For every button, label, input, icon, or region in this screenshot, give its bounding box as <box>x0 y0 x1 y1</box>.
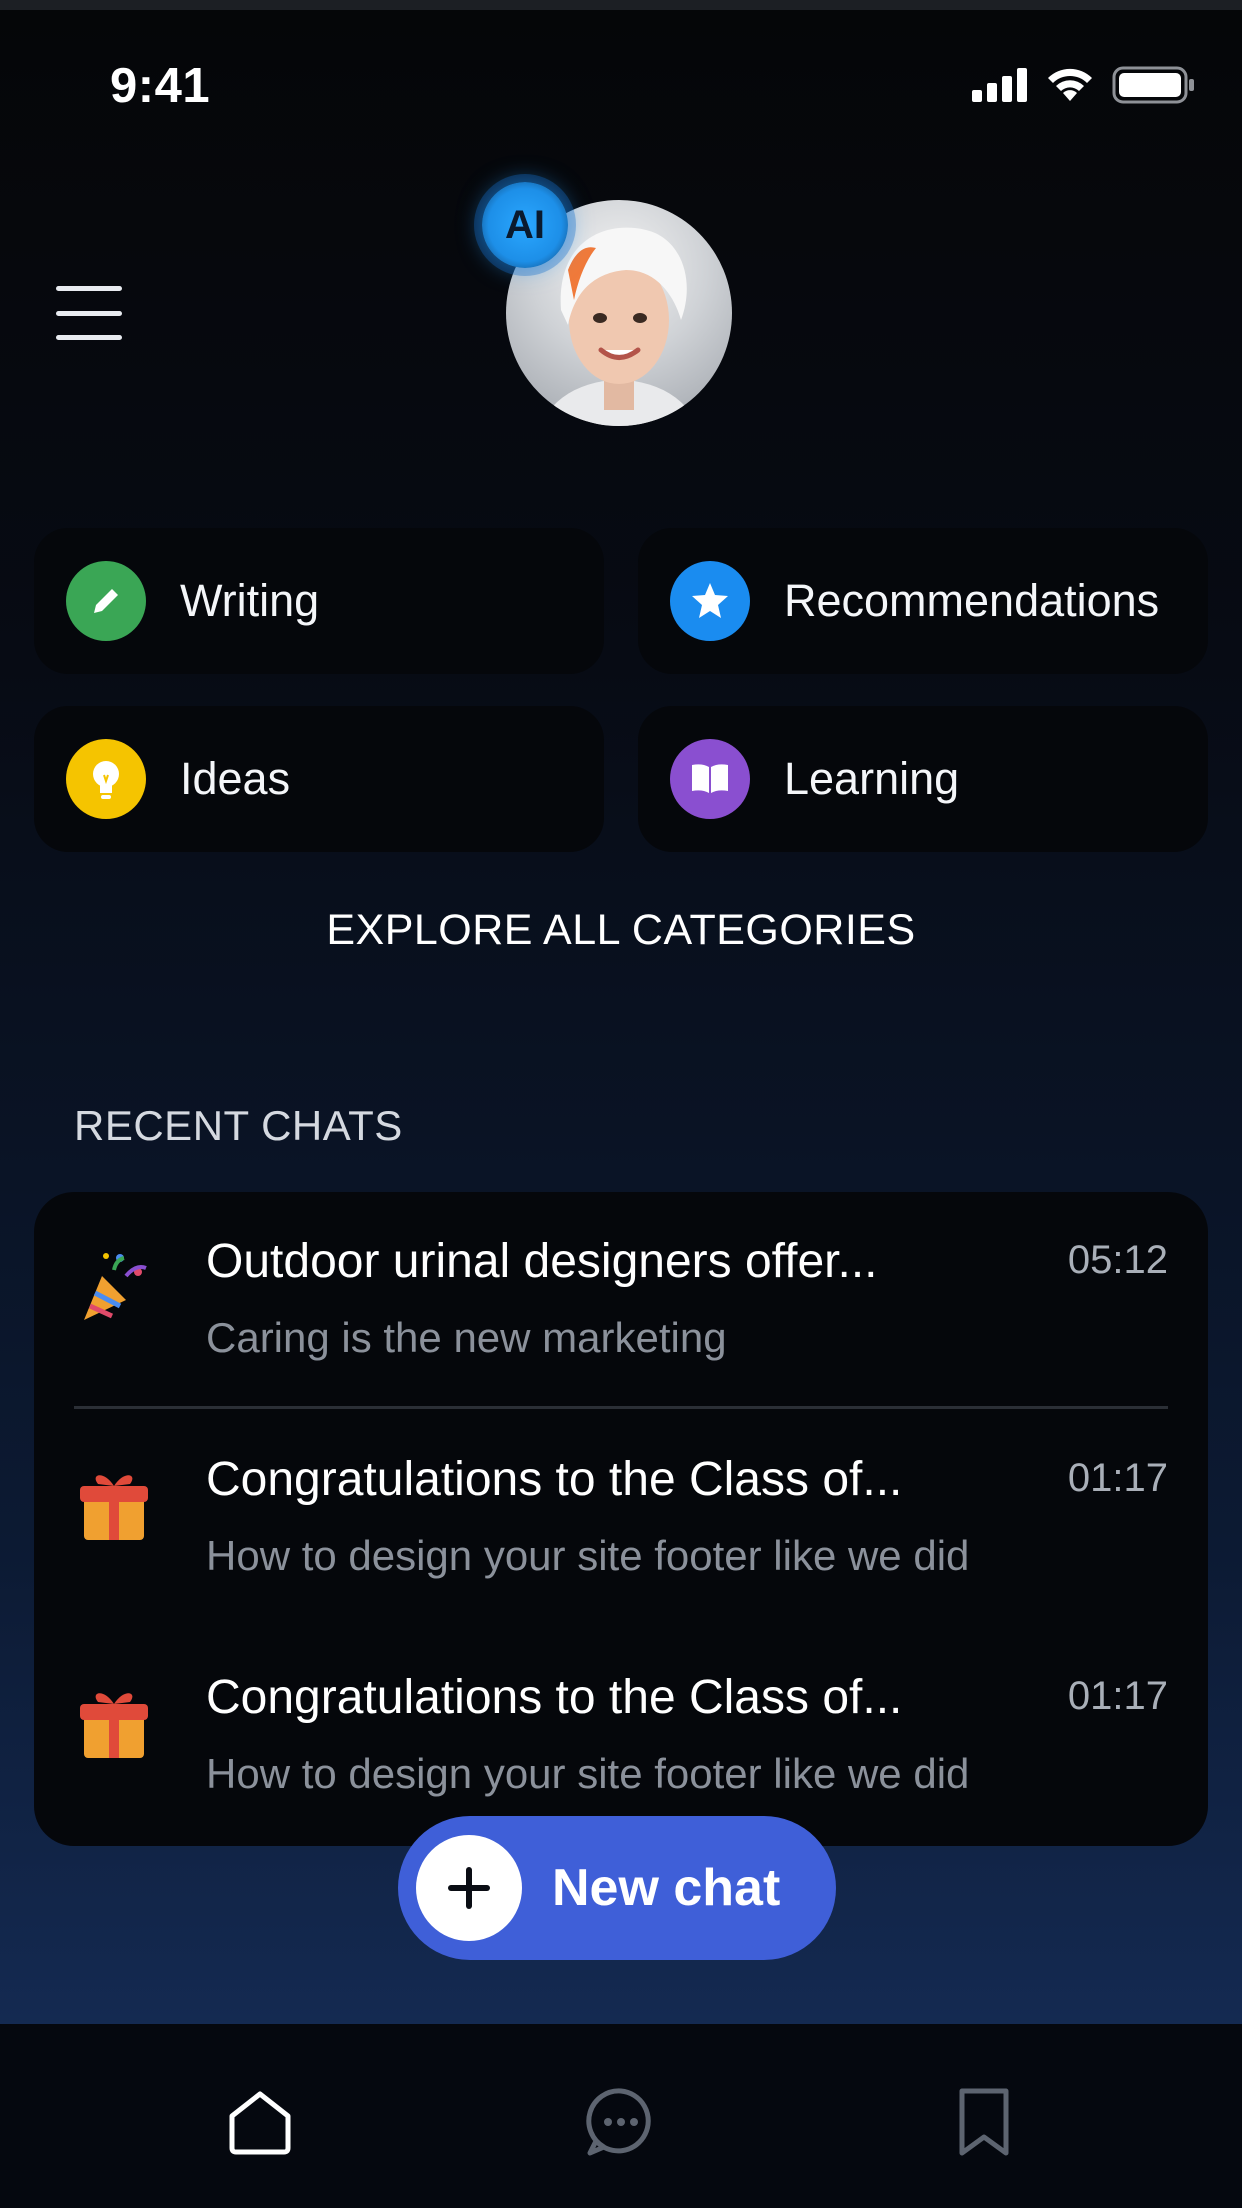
gift-icon <box>80 1475 148 1540</box>
top-edge-strip <box>0 0 1242 10</box>
hamburger-menu-icon <box>56 286 122 291</box>
explore-all-categories-link[interactable]: EXPLORE ALL CATEGORIES <box>0 906 1242 955</box>
chat-item[interactable]: Outdoor urinal designers offer... Caring… <box>34 1192 1208 1410</box>
nav-home[interactable] <box>220 2082 300 2162</box>
new-chat-label: New chat <box>552 1859 781 1917</box>
party-popper-icon <box>84 1253 147 1320</box>
gift-icon <box>80 1693 148 1758</box>
menu-button[interactable] <box>56 286 122 340</box>
status-icons <box>972 66 1196 104</box>
divider <box>74 1406 1168 1409</box>
bottom-nav <box>0 2024 1242 2208</box>
chat-item[interactable]: Congratulations to the Class of... How t… <box>34 1410 1208 1628</box>
star-icon <box>670 561 750 641</box>
chat-subtitle: How to design your site footer like we d… <box>206 1532 970 1579</box>
chat-title: Outdoor urinal designers offer... <box>206 1235 878 1288</box>
category-label: Ideas <box>180 753 291 804</box>
signal-icon <box>972 68 1027 102</box>
chat-item[interactable]: Congratulations to the Class of... How t… <box>34 1628 1208 1846</box>
category-ideas[interactable]: Ideas <box>34 706 604 852</box>
chat-time: 05:12 <box>1067 1238 1168 1282</box>
category-recommendations[interactable]: Recommendations <box>638 528 1208 674</box>
plus-icon <box>416 1835 522 1941</box>
chat-title: Congratulations to the Class of... <box>206 1453 903 1506</box>
new-chat-button[interactable]: New chat <box>398 1816 836 1960</box>
chat-subtitle: How to design your site footer like we d… <box>206 1750 970 1797</box>
nav-bookmarks[interactable] <box>944 2082 1024 2162</box>
status-time: 9:41 <box>110 59 211 113</box>
chat-subtitle: Caring is the new marketing <box>206 1314 727 1361</box>
home-icon <box>229 2091 291 2155</box>
category-label: Recommendations <box>784 575 1160 626</box>
chat-time: 01:17 <box>1067 1674 1168 1718</box>
recent-chats-list: Outdoor urinal designers offer... Caring… <box>34 1192 1208 1846</box>
chat-time: 01:17 <box>1067 1456 1168 1500</box>
category-writing[interactable]: Writing <box>34 528 604 674</box>
chat-bubble-icon <box>586 2088 651 2156</box>
recent-chats-title: RECENT CHATS <box>74 1102 403 1149</box>
wifi-icon <box>1048 68 1092 101</box>
battery-icon <box>1112 66 1194 104</box>
category-label: Learning <box>784 753 960 804</box>
bookmark-icon <box>959 2088 1009 2156</box>
category-learning[interactable]: Learning <box>638 706 1208 852</box>
nav-chats[interactable] <box>581 2082 661 2162</box>
ai-badge: AI <box>482 182 568 268</box>
book-icon <box>670 739 750 819</box>
chat-title: Congratulations to the Class of... <box>206 1671 903 1724</box>
category-label: Writing <box>180 575 320 626</box>
lightbulb-icon <box>66 739 146 819</box>
pencil-icon <box>66 561 146 641</box>
